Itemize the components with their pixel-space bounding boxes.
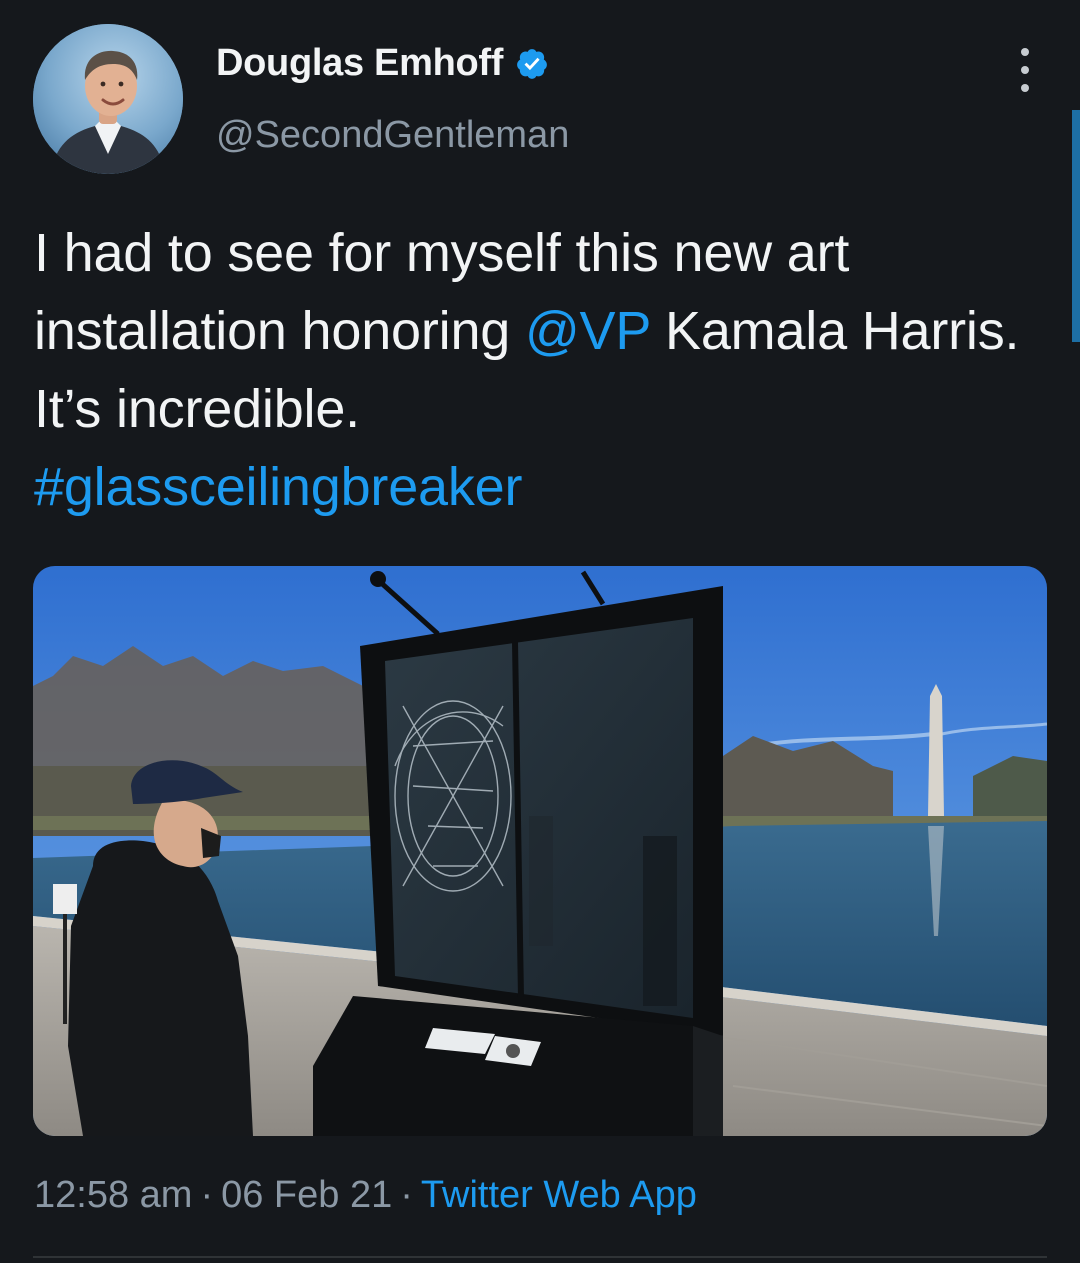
more-dot — [1021, 66, 1029, 74]
mention-link[interactable]: @VP — [525, 301, 650, 361]
scrollbar[interactable] — [1072, 110, 1080, 342]
divider — [33, 1256, 1047, 1258]
more-dot — [1021, 84, 1029, 92]
author-handle[interactable]: @SecondGentleman — [216, 114, 569, 157]
tweet-meta: 12:58 am · 06 Feb 21 · Twitter Web App — [34, 1174, 697, 1217]
author-name-row: Douglas Emhoff — [216, 42, 549, 85]
meta-separator: · — [400, 1174, 413, 1216]
tweet-source-link[interactable]: Twitter Web App — [421, 1174, 697, 1216]
tweet-photo[interactable] — [33, 566, 1047, 1136]
tweet-text: I had to see for myself this new art ins… — [34, 214, 1034, 526]
avatar-photo — [33, 24, 183, 174]
more-options-icon[interactable] — [1010, 48, 1040, 92]
author-display-name[interactable]: Douglas Emhoff — [216, 42, 503, 85]
avatar[interactable] — [33, 24, 183, 174]
more-dot — [1021, 48, 1029, 56]
photo-art-installation — [33, 566, 1047, 1136]
tweet-date[interactable]: 06 Feb 21 — [221, 1174, 392, 1216]
verified-badge-icon — [517, 48, 548, 79]
tweet-time[interactable]: 12:58 am — [34, 1174, 192, 1216]
hashtag-link[interactable]: #glassceilingbreaker — [34, 457, 522, 517]
meta-separator: · — [200, 1174, 214, 1216]
